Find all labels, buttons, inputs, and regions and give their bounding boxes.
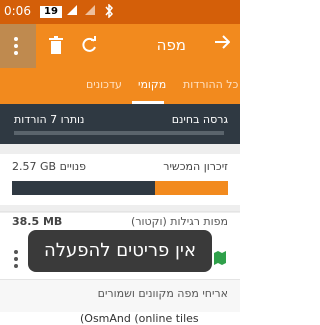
downloads-progress <box>14 131 224 135</box>
free-version-banner[interactable]: גרסה בחינם נותרו 7 הורדות <box>0 104 240 144</box>
trash-icon <box>49 36 63 54</box>
back-button[interactable] <box>214 34 231 55</box>
divider <box>0 211 240 212</box>
overflow-menu-button[interactable] <box>0 24 36 68</box>
delete-button[interactable] <box>46 34 66 56</box>
tab-all-downloads[interactable]: כל ההורדות <box>183 78 238 91</box>
divider <box>0 279 240 280</box>
standard-maps-label: מפות רגילות (וקטור) <box>131 215 228 228</box>
refresh-icon <box>82 36 96 52</box>
signal-icon <box>66 4 78 19</box>
version-label: גרסה בחינם <box>171 113 228 126</box>
bluetooth-icon <box>104 3 114 21</box>
device-memory-title: זיכרון המכשיר <box>163 160 228 173</box>
refresh-button[interactable] <box>80 34 100 56</box>
toast-message: אין פריטים להפעלה <box>28 230 212 272</box>
status-time: 0:06 <box>4 4 31 18</box>
online-tiles-row[interactable]: (OsmAnd (online tiles <box>80 312 199 325</box>
app-bar <box>0 24 240 68</box>
device-memory-free: 2.57 GB פנויים <box>12 160 87 173</box>
wifi-icon <box>84 4 96 19</box>
battery-icon: 19 <box>40 6 62 18</box>
arrow-back-icon <box>215 35 231 49</box>
page-title: מפה <box>156 36 186 54</box>
map-icon <box>214 250 226 265</box>
section-gap <box>0 144 240 154</box>
status-bar: 0:06 19 <box>0 0 240 24</box>
tab-local[interactable]: מקומי <box>138 78 166 91</box>
memory-used-fill <box>12 181 155 195</box>
memory-usage-bar <box>12 181 228 195</box>
standard-maps-size: 38.5 MB <box>12 215 63 228</box>
online-tiles-section-header: אריחי מפה מקוונים ושמורים <box>97 287 228 300</box>
overflow-menu-icon <box>14 37 18 58</box>
tab-bar: כל ההורדות מקומי עדכונים <box>0 68 240 104</box>
row-menu-icon[interactable] <box>14 250 18 271</box>
tab-updates[interactable]: עדכונים <box>86 78 122 91</box>
remaining-downloads: נותרו 7 הורדות <box>14 113 85 126</box>
